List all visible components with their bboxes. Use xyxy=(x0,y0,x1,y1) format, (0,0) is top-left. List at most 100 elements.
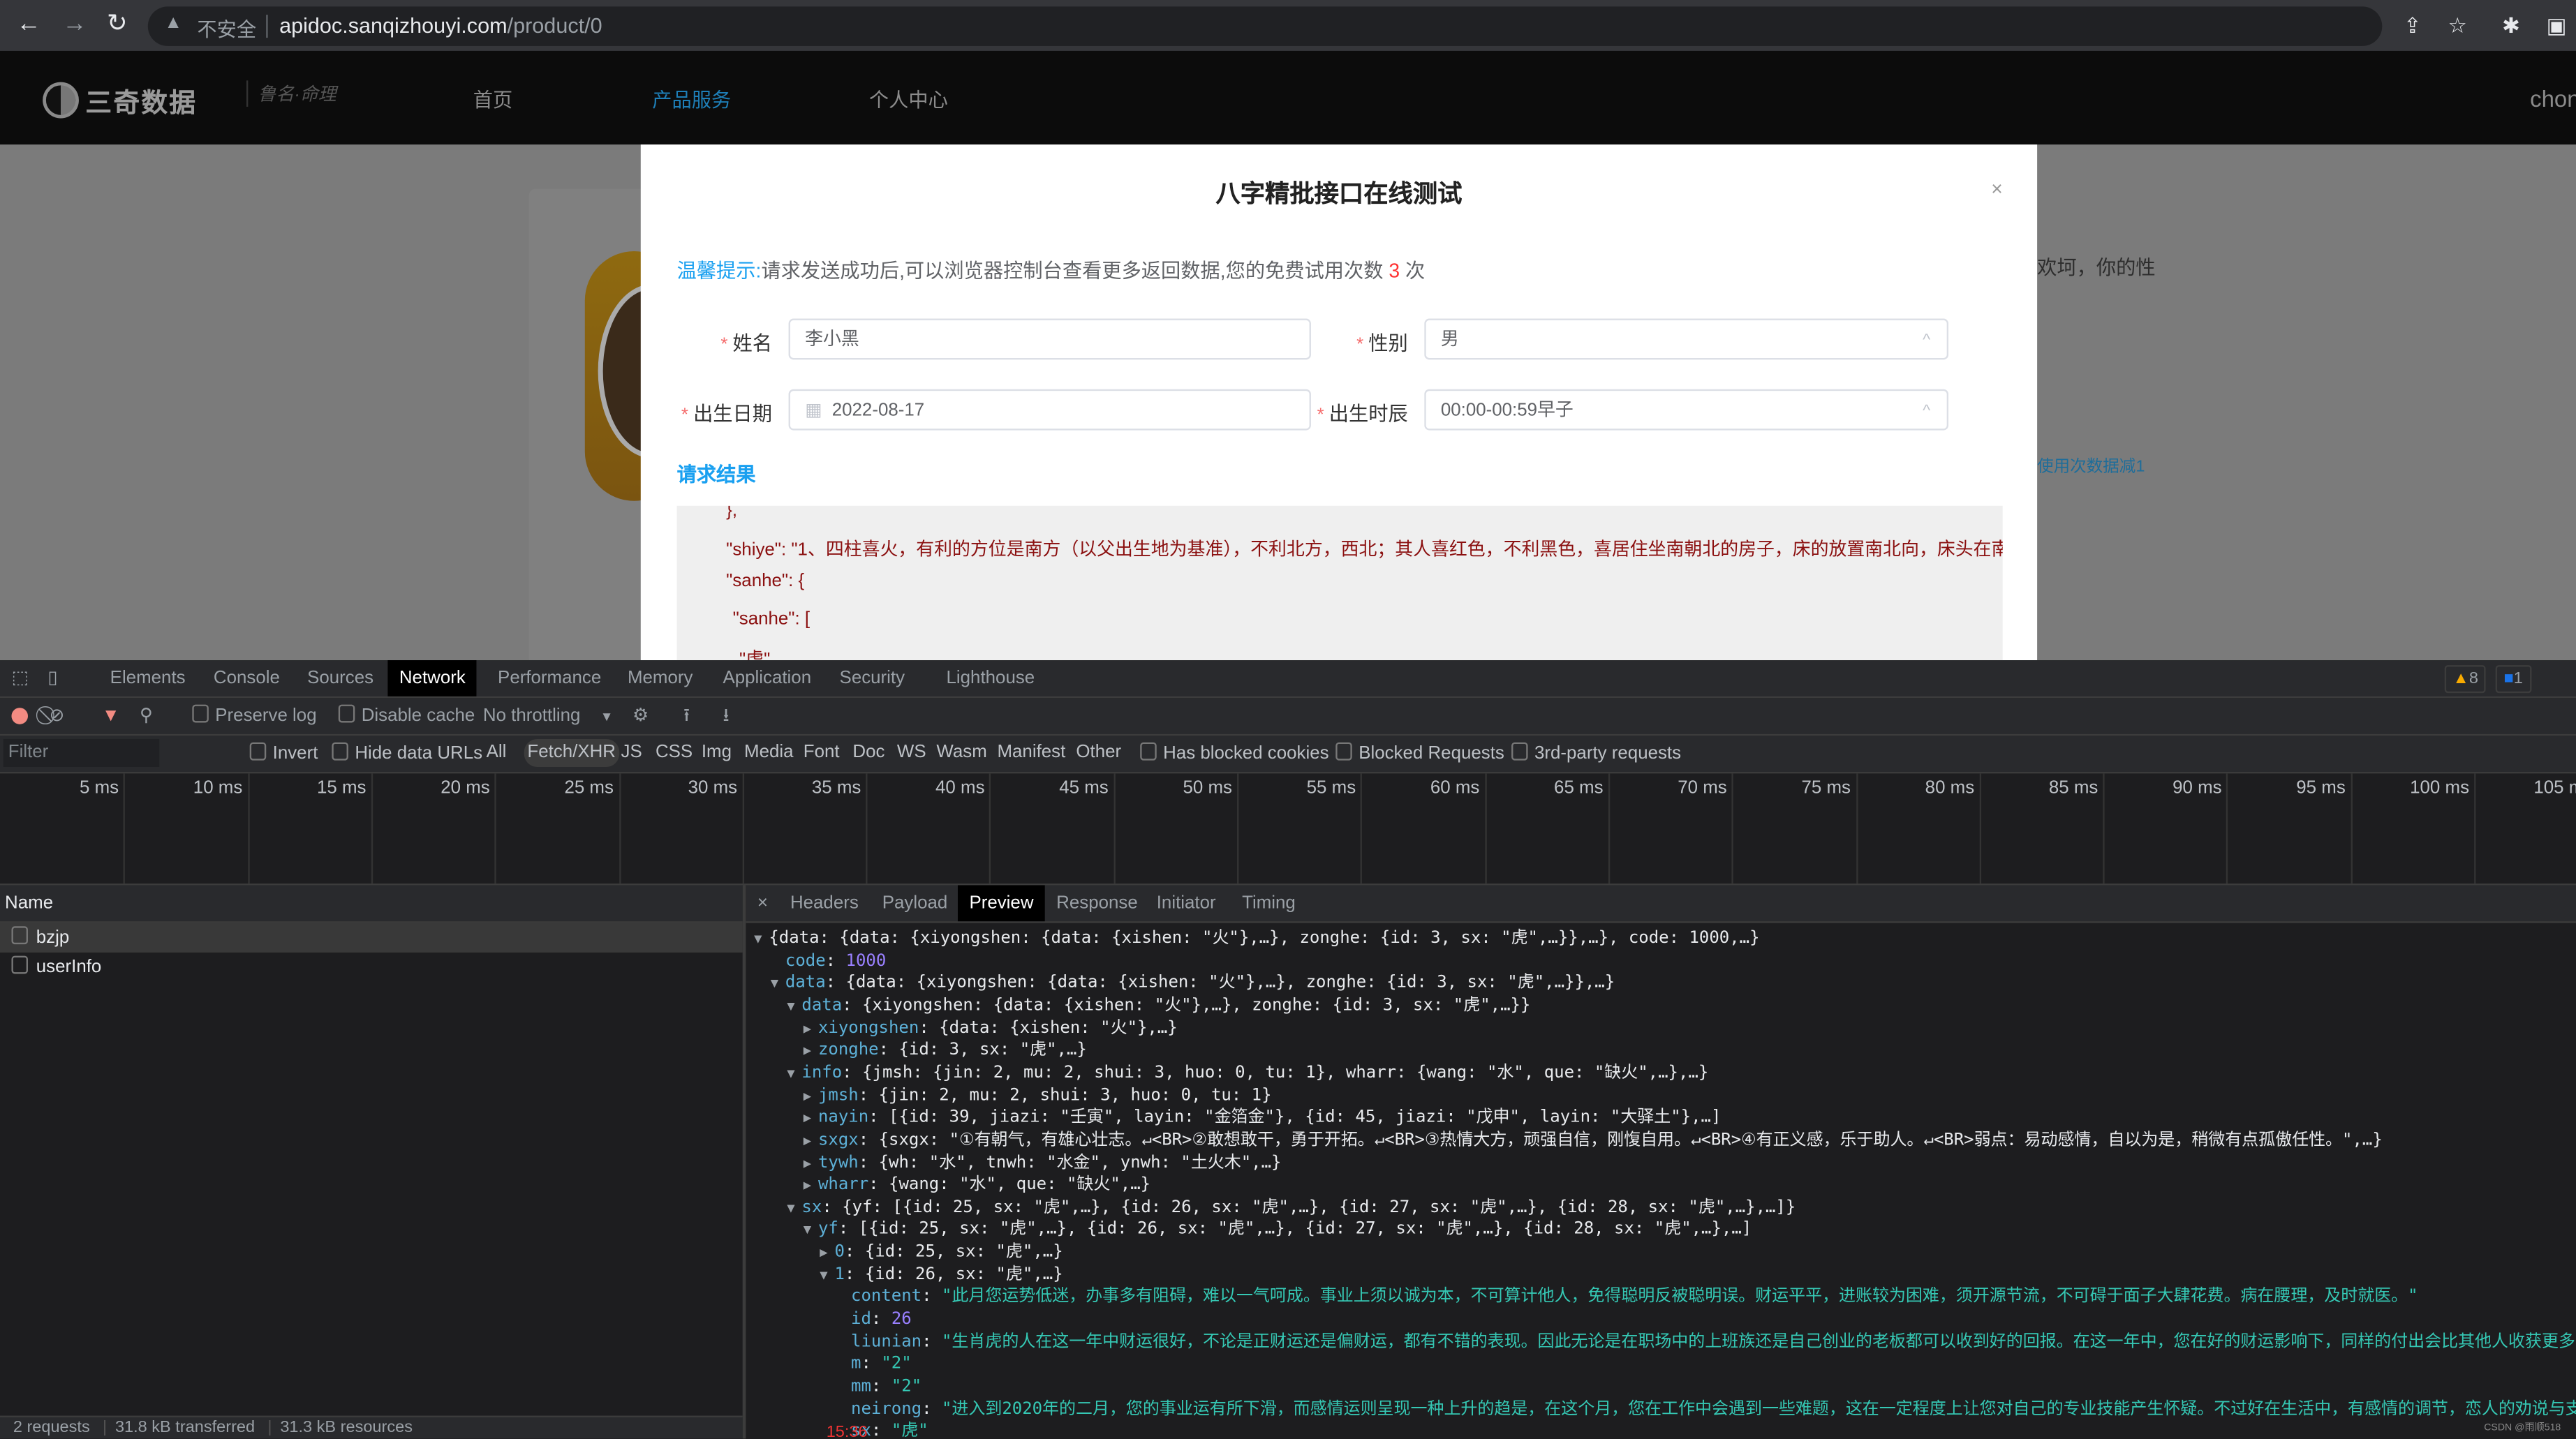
detail-tab-payload[interactable]: Payload xyxy=(871,885,959,921)
tab-security[interactable]: Security xyxy=(828,660,916,696)
tree-row[interactable]: ▶ jmsh: {jin: 2, mu: 2, shui: 3, huo: 0, … xyxy=(804,1084,1272,1107)
reload-icon[interactable]: ↻ xyxy=(107,10,128,39)
row-checkbox[interactable] xyxy=(11,955,29,974)
filter-type-js[interactable]: JS xyxy=(621,743,642,762)
name-column-header[interactable]: Name xyxy=(0,885,743,923)
close-details-icon[interactable]: × xyxy=(746,885,779,921)
tree-row[interactable]: ▼ {data: {data: {xiyongshen: {data: {xish… xyxy=(754,928,1759,950)
filter-type-font[interactable]: Font xyxy=(804,743,840,762)
share-icon[interactable]: ⇪ xyxy=(2404,13,2422,40)
record-button[interactable] xyxy=(11,708,29,724)
detail-tab-timing[interactable]: Timing xyxy=(1231,885,1308,921)
invert-checkbox[interactable]: Invert xyxy=(249,742,318,763)
filter-icon[interactable]: ▼ xyxy=(102,705,120,728)
request-row[interactable]: userInfo xyxy=(0,953,743,982)
preserve-log-checkbox[interactable]: Preserve log xyxy=(192,704,317,728)
tree-row[interactable]: ▶ wharr: {wang: "水", que: "缺火",…} xyxy=(804,1175,1150,1197)
filter-type-css[interactable]: CSS xyxy=(656,743,693,762)
tab-elements[interactable]: Elements xyxy=(98,660,197,696)
tree-row[interactable]: ▼ info: {jmsh: {jin: 2, mu: 2, shui: 3, h… xyxy=(787,1062,1708,1084)
import-har-icon[interactable]: ⭱ xyxy=(683,705,690,728)
tree-row[interactable]: ▶ 0: {id: 25, sx: "虎",…} xyxy=(820,1242,1063,1264)
tab-network[interactable]: Network xyxy=(387,660,478,696)
tab-lighthouse[interactable]: Lighthouse xyxy=(935,660,1046,696)
tree-row[interactable]: ▶ sxgx: {sxgx: "①有朝气，有雄心壮志。↵<BR>②敢想敢干，勇于开… xyxy=(804,1130,2383,1152)
logo[interactable]: 三奇数据 xyxy=(43,80,197,119)
tree-row[interactable]: ▶ zonghe: {id: 3, sx: "虎",…} xyxy=(804,1040,1087,1062)
row-checkbox[interactable] xyxy=(11,926,29,945)
filter-type-img[interactable]: Img xyxy=(702,743,732,762)
tree-row[interactable]: ▼ data: {xiyongshen: {data: {xishen: "火"}… xyxy=(787,995,1530,1017)
collapsed-triangle-icon[interactable]: ▶ xyxy=(804,1108,818,1130)
inspect-icon[interactable]: ⬚ xyxy=(11,666,28,689)
tree-row[interactable]: ▶ xiyongshen: {data: {xishen: "火"},…} xyxy=(804,1017,1178,1040)
detail-tab-headers[interactable]: Headers xyxy=(778,885,870,921)
address-bar[interactable]: ▲ 不安全 apidoc.sanqizhouyi.com/product/0 xyxy=(147,6,2383,46)
device-toolbar-icon[interactable]: ▯ xyxy=(47,666,57,689)
forward-icon[interactable]: → xyxy=(62,10,87,39)
filter-input[interactable]: Filter xyxy=(3,738,160,768)
tab-sources[interactable]: Sources xyxy=(296,660,385,696)
blocked-cookies-checkbox[interactable]: Has blocked cookies xyxy=(1140,742,1329,763)
expanded-triangle-icon[interactable]: ▼ xyxy=(787,1197,801,1219)
extensions-icon[interactable]: ✱ xyxy=(2502,13,2520,40)
gender-select[interactable]: 男 ^ xyxy=(1424,318,1949,360)
collapsed-triangle-icon[interactable]: ▶ xyxy=(804,1040,818,1062)
third-party-checkbox[interactable]: 3rd-party requests xyxy=(1511,742,1681,763)
tree-row[interactable]: ▼ data: {data: {xiyongshen: {data: {xishe… xyxy=(771,973,1615,995)
tree-row[interactable]: ▶ tywh: {wh: "水", tnwh: "水金", ynwh: "土火木"… xyxy=(804,1152,1282,1175)
expanded-triangle-icon[interactable]: ▼ xyxy=(804,1219,818,1242)
filter-type-fetch-xhr[interactable]: Fetch/XHR xyxy=(524,738,619,768)
star-icon[interactable]: ☆ xyxy=(2448,13,2466,40)
disable-cache-checkbox[interactable]: Disable cache xyxy=(338,704,475,728)
filter-type-doc[interactable]: Doc xyxy=(852,743,884,762)
name-input[interactable]: 李小黑 xyxy=(788,318,1311,360)
export-har-icon[interactable]: ⭳ xyxy=(723,705,729,728)
filter-type-media[interactable]: Media xyxy=(744,743,794,762)
detail-tab-response[interactable]: Response xyxy=(1045,885,1150,921)
sidebar-icon[interactable]: ▣ xyxy=(2547,13,2567,40)
filter-type-ws[interactable]: WS xyxy=(897,743,926,762)
messages-badge[interactable]: ■1 xyxy=(2495,665,2531,694)
collapsed-triangle-icon[interactable]: ▶ xyxy=(804,1017,818,1040)
collapsed-triangle-icon[interactable]: ▶ xyxy=(804,1175,818,1197)
expanded-triangle-icon[interactable]: ▼ xyxy=(787,1062,801,1084)
collapsed-triangle-icon[interactable]: ▶ xyxy=(820,1242,834,1264)
tree-row[interactable]: ▼ yf: [{id: 25, sx: "虎",…}, {id: 26, sx: … xyxy=(804,1219,1752,1242)
expanded-triangle-icon[interactable]: ▼ xyxy=(754,928,769,950)
expanded-triangle-icon[interactable]: ▼ xyxy=(787,995,801,1017)
network-overview[interactable]: 5 ms 10 ms 15 ms 20 ms 25 ms 30 ms 35 ms 40 ms 4… xyxy=(0,773,2576,887)
collapsed-triangle-icon[interactable]: ▶ xyxy=(804,1130,818,1152)
expanded-triangle-icon[interactable]: ▼ xyxy=(771,973,785,995)
throttling-select[interactable]: No throttling ▼ xyxy=(483,705,613,729)
filter-type-manifest[interactable]: Manifest xyxy=(997,743,1065,762)
nav-home[interactable]: 首页 xyxy=(473,85,513,113)
url[interactable]: apidoc.sanqizhouyi.com/product/0 xyxy=(279,13,602,38)
request-row[interactable]: bzjp xyxy=(0,923,743,953)
blocked-requests-checkbox[interactable]: Blocked Requests xyxy=(1335,742,1504,763)
collapsed-triangle-icon[interactable]: ▶ xyxy=(804,1152,818,1175)
birth-hour-select[interactable]: 00:00-00:59早子 ^ xyxy=(1424,389,1949,431)
nav-profile[interactable]: 个人中心 xyxy=(869,85,948,113)
collapsed-triangle-icon[interactable]: ▶ xyxy=(804,1084,818,1107)
tab-application[interactable]: Application xyxy=(711,660,823,696)
network-conditions-icon[interactable]: ⚙ xyxy=(632,705,649,728)
detail-tab-preview[interactable]: Preview xyxy=(957,885,1046,922)
clear-icon[interactable]: ⃠⊘ xyxy=(50,705,65,728)
tab-memory[interactable]: Memory xyxy=(616,660,704,696)
warnings-badge[interactable]: ▲8 xyxy=(2444,665,2487,694)
back-icon[interactable]: ← xyxy=(17,10,41,39)
nav-products[interactable]: 产品服务 xyxy=(652,85,731,113)
expanded-triangle-icon[interactable]: ▼ xyxy=(820,1264,834,1286)
detail-tab-initiator[interactable]: Initiator xyxy=(1145,885,1227,921)
tree-row[interactable]: ▼ sx: {yf: [{id: 25, sx: "虎",…}, {id: 26,… xyxy=(787,1197,1796,1219)
birth-date-input[interactable]: ▦ 2022-08-17 xyxy=(788,389,1311,431)
close-icon[interactable]: × xyxy=(1991,177,2003,200)
search-icon[interactable]: ⚲ xyxy=(140,705,153,728)
tree-row[interactable]: ▶ nayin: [{id: 39, jiazi: "壬寅", layin: "金… xyxy=(804,1108,1722,1130)
filter-type-all[interactable]: All xyxy=(487,743,507,762)
tree-row[interactable]: ▼ 1: {id: 26, sx: "虎",…} xyxy=(820,1264,1063,1286)
tab-performance[interactable]: Performance xyxy=(487,660,613,696)
user-name[interactable]: chon xyxy=(2530,85,2576,112)
filter-type-other[interactable]: Other xyxy=(1076,743,1121,762)
